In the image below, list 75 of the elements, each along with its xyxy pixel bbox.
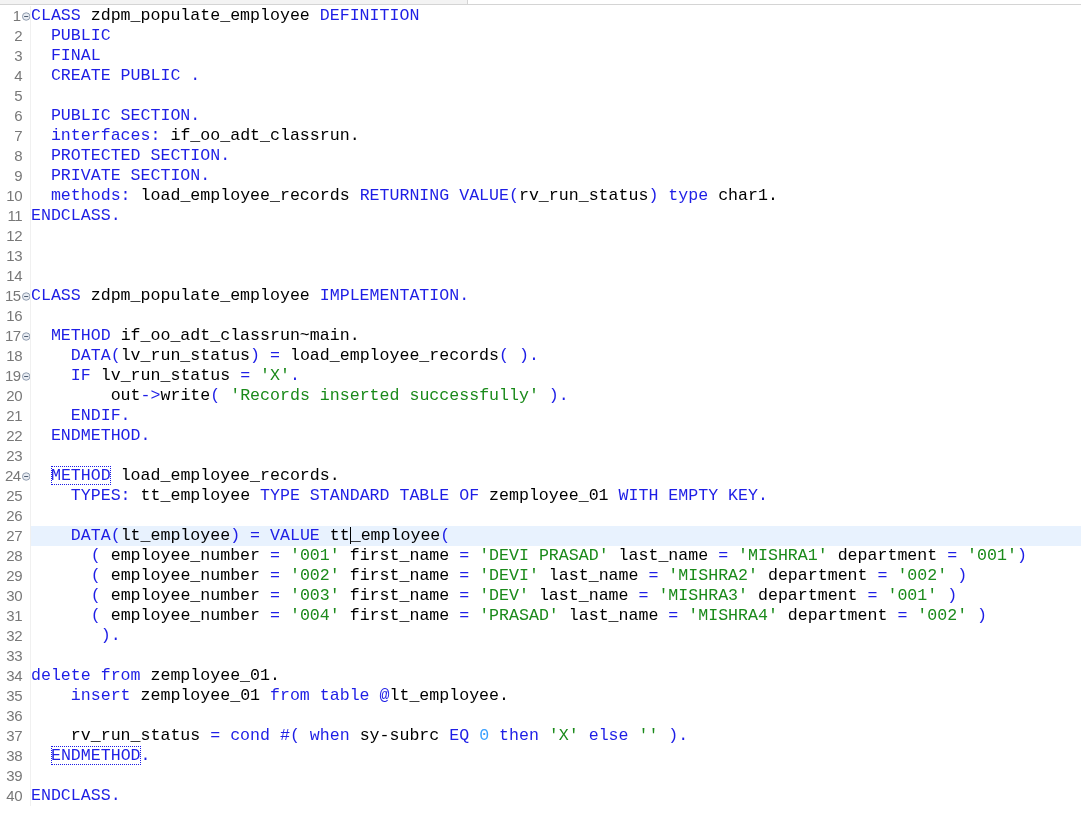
line-number: 40 (5, 786, 22, 806)
line-number: 3 (13, 46, 22, 66)
line-number: 2 (13, 26, 22, 46)
line-number: 38 (5, 746, 22, 766)
line-number: 25 (5, 486, 22, 506)
line-number: 33 (5, 646, 22, 666)
line-number: 20 (5, 386, 22, 406)
line-number: 15 (3, 286, 21, 306)
line-number: 35 (5, 686, 22, 706)
line-number: 36 (5, 706, 22, 726)
collapse-icon[interactable] (21, 291, 30, 301)
line-number: 29 (5, 566, 22, 586)
line-number: 32 (5, 626, 22, 646)
line-number: 37 (5, 726, 22, 746)
code-line: ENDMETHOD. (49, 746, 151, 766)
line-number: 10 (5, 186, 22, 206)
code-line: ENDCLASS. (31, 786, 121, 806)
line-number: 12 (5, 226, 22, 246)
line-number: 19 (3, 366, 21, 386)
code-line: ENDCLASS. (31, 206, 121, 226)
line-number: 17 (3, 326, 21, 346)
line-number: 21 (5, 406, 22, 426)
line-number: 23 (5, 446, 22, 466)
line-number: 26 (5, 506, 22, 526)
line-number: 24 (3, 466, 21, 486)
code-line: PUBLIC SECTION. (49, 106, 201, 126)
code-line: CLASS zdpm_populate_employee DEFINITION (31, 6, 420, 26)
code-line: DATA(lv_run_status) = load_employee_records( ). (69, 346, 539, 366)
line-number: 34 (5, 666, 22, 686)
code-line: ). (99, 626, 121, 646)
collapse-icon[interactable] (21, 331, 30, 341)
code-line: METHOD if_oo_adt_classrun~main. (49, 326, 360, 346)
code-line: ENDIF. (69, 406, 131, 426)
code-line: FINAL (49, 46, 101, 66)
code-line: out->write( 'Records inserted successfully' ). (109, 386, 569, 406)
line-number: 31 (5, 606, 22, 626)
code-line: delete from zemployee_01. (31, 666, 280, 686)
line-number: 16 (5, 306, 22, 326)
line-number: 1 (11, 6, 21, 26)
code-line: PUBLIC (49, 26, 111, 46)
line-number: 30 (5, 586, 22, 606)
code-line: ( employee_number = '004' first_name = 'PRASAD' last_name = 'MISHRA4' department = '002' ) (89, 606, 988, 626)
line-number: 13 (5, 246, 22, 266)
code-line: ( employee_number = '003' first_name = 'DEV' last_name = 'MISHRA3' department = '001' ) (89, 586, 958, 606)
code-line: ( employee_number = '001' first_name = 'DEVI PRASAD' last_name = 'MISHRA1' department = '001') (89, 546, 1027, 566)
line-number: 14 (5, 266, 22, 286)
line-number: 5 (13, 86, 22, 106)
line-number: 22 (5, 426, 22, 446)
line-number: 4 (13, 66, 22, 86)
collapse-icon[interactable] (21, 11, 30, 21)
line-number: 8 (13, 146, 22, 166)
collapse-icon[interactable] (21, 471, 30, 481)
code-line: rv_run_status = cond #( when sy-subrc EQ 0 then 'X' else '' ). (69, 726, 689, 746)
code-line: TYPES: tt_employee TYPE STANDARD TABLE OF zemployee_01 WITH EMPTY KEY. (69, 486, 768, 506)
code-line: CLASS zdpm_populate_employee IMPLEMENTATION. (31, 286, 470, 306)
line-number: 9 (13, 166, 22, 186)
line-number: 11 (6, 206, 22, 226)
line-number: 28 (5, 546, 22, 566)
code-line: PROTECTED SECTION. (49, 146, 231, 166)
line-number: 6 (13, 106, 22, 126)
code-line: ( employee_number = '002' first_name = 'DEVI' last_name = 'MISHRA2' department = '002' ) (89, 566, 968, 586)
code-line: IF lv_run_status = 'X'. (69, 366, 300, 386)
code-line: PRIVATE SECTION. (49, 166, 211, 186)
code-line: METHOD load_employee_records. (49, 466, 340, 486)
code-line: CREATE PUBLIC . (49, 66, 201, 86)
line-number: 39 (5, 766, 22, 786)
line-number: 27 (5, 526, 22, 546)
code-line: insert zemployee_01 from table @lt_employee. (69, 686, 509, 706)
code-line: ENDMETHOD. (49, 426, 151, 446)
code-line: methods: load_employee_records RETURNING VALUE(rv_run_status) type char1. (49, 186, 778, 206)
line-number: 7 (13, 126, 22, 146)
collapse-icon[interactable] (21, 371, 30, 381)
code-line: DATA(lt_employee) = VALUE tt_employee( (69, 526, 451, 546)
line-number: 18 (5, 346, 22, 366)
code-line: interfaces: if_oo_adt_classrun. (49, 126, 360, 146)
